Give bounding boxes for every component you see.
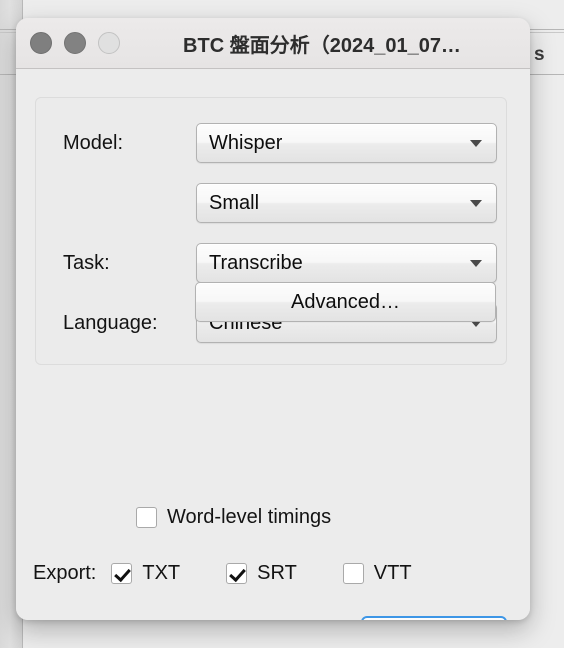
chevron-down-icon bbox=[470, 140, 482, 147]
language-label: Language: bbox=[63, 311, 158, 334]
minimize-button[interactable] bbox=[64, 32, 86, 54]
word-level-timings-checkbox[interactable]: Word-level timings bbox=[136, 506, 331, 529]
advanced-button[interactable]: Advanced… bbox=[195, 282, 496, 322]
form-row-task: Task: Transcribe bbox=[36, 243, 506, 283]
task-dropdown[interactable]: Transcribe bbox=[196, 243, 497, 283]
model-dropdown[interactable]: Whisper bbox=[196, 123, 497, 163]
checkbox-box[interactable] bbox=[342, 563, 364, 584]
chevron-down-icon bbox=[470, 260, 482, 267]
export-label: Export: bbox=[33, 562, 97, 584]
model-settings-group: Model: Whisper Small Task: Transcribe La… bbox=[35, 97, 507, 365]
zoom-button[interactable] bbox=[98, 32, 120, 54]
model-label: Model: bbox=[63, 131, 124, 154]
export-vtt-label: VTT bbox=[373, 562, 412, 584]
close-button[interactable] bbox=[30, 32, 52, 54]
export-srt-label: SRT bbox=[257, 562, 297, 584]
export-vtt-checkbox[interactable]: VTT bbox=[342, 562, 412, 585]
screen: s BTC 盤面分析（2024_01_07… Model: Whisper Sm… bbox=[0, 0, 564, 648]
export-formats-row: Export: TXT SRT VTT bbox=[33, 562, 412, 585]
run-button[interactable]: Run bbox=[361, 616, 507, 620]
model-dropdown-value: Whisper bbox=[209, 131, 283, 154]
export-srt-checkbox[interactable]: SRT bbox=[226, 562, 297, 585]
dialog-body: Model: Whisper Small Task: Transcribe La… bbox=[16, 69, 530, 620]
form-row-model-size: Small bbox=[36, 183, 506, 223]
transcription-dialog: BTC 盤面分析（2024_01_07… Model: Whisper Smal… bbox=[16, 18, 530, 620]
checkbox-box[interactable] bbox=[136, 507, 157, 528]
background-window-title-fragment: s bbox=[534, 44, 545, 65]
checkbox-box[interactable] bbox=[111, 563, 133, 584]
export-txt-label: TXT bbox=[142, 562, 181, 584]
task-label: Task: bbox=[63, 251, 110, 274]
dialog-titlebar[interactable]: BTC 盤面分析（2024_01_07… bbox=[16, 18, 530, 69]
window-controls bbox=[30, 32, 120, 54]
word-level-timings-label: Word-level timings bbox=[167, 506, 332, 528]
checkbox-box[interactable] bbox=[226, 563, 248, 584]
model-size-dropdown-value: Small bbox=[209, 191, 260, 214]
form-row-model: Model: Whisper bbox=[36, 123, 506, 163]
model-size-dropdown[interactable]: Small bbox=[196, 183, 497, 223]
chevron-down-icon bbox=[470, 200, 482, 207]
export-txt-checkbox[interactable]: TXT bbox=[111, 562, 180, 585]
task-dropdown-value: Transcribe bbox=[209, 251, 303, 274]
